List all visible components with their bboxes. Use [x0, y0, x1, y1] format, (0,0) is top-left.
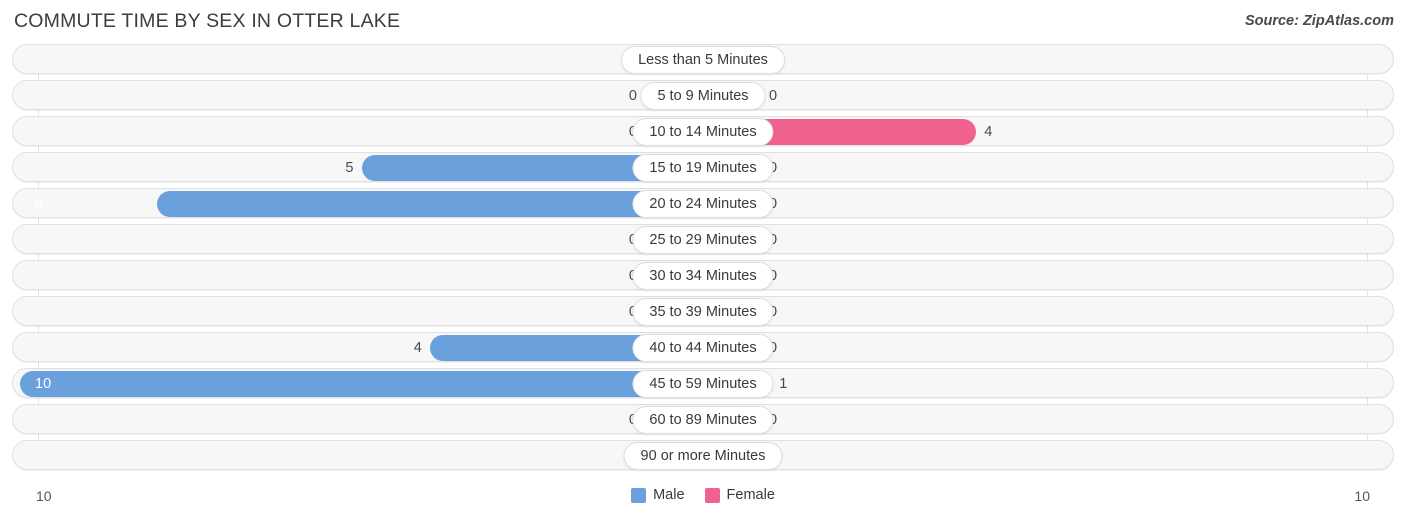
table-row[interactable]: 0 035 to 39 Minutes [12, 296, 1394, 326]
category-label: 40 to 44 Minutes [632, 334, 774, 362]
value-label-male: 0 [13, 45, 637, 75]
value-label-female: 0 [769, 261, 1393, 291]
value-label-female: 1 [779, 376, 788, 392]
table-row[interactable]: 0 060 to 89 Minutes [12, 404, 1394, 434]
table-row[interactable]: 0 025 to 29 Minutes [12, 224, 1394, 254]
bar-row-inner: 0 05 to 9 Minutes [13, 81, 1393, 110]
value-label-female: 0 [769, 333, 1393, 363]
table-row[interactable]: 4 040 to 44 Minutes [12, 332, 1394, 362]
bar-male[interactable] [156, 191, 703, 217]
table-row[interactable]: 8 020 to 24 Minutes [12, 188, 1394, 218]
table-row[interactable]: 5 015 to 19 Minutes [12, 152, 1394, 182]
category-label: 90 or more Minutes [623, 442, 783, 470]
bar-rows-container: 00Less than 5 Minutes005 to 9 Minutes041… [0, 44, 1406, 476]
legend-item-female[interactable]: Female [704, 487, 775, 503]
value-label-female: 0 [769, 225, 1393, 255]
value-label-female: 0 [769, 441, 1393, 471]
value-label-male: 5 [345, 160, 354, 176]
category-label: 45 to 59 Minutes [632, 370, 774, 398]
value-label-male: 10 [35, 376, 52, 392]
chart-legend: Male Female [0, 487, 1406, 503]
value-label-male: 0 [13, 117, 637, 147]
bar-row-inner: 0 060 to 89 Minutes [13, 405, 1393, 435]
source-attribution: Source: ZipAtlas.com [1244, 13, 1394, 29]
bar-row-inner: 0 030 to 34 Minutes [13, 261, 1393, 291]
bar-row-inner: 5 015 to 19 Minutes [13, 153, 1393, 183]
category-label: 30 to 34 Minutes [632, 262, 774, 290]
category-label: 25 to 29 Minutes [632, 226, 774, 254]
category-label: 5 to 9 Minutes [640, 82, 766, 110]
table-row[interactable]: 0 090 or more Minutes [12, 440, 1394, 470]
chart-header: COMMUTE TIME BY SEX IN OTTER LAKE Source… [0, 0, 1406, 44]
legend-label-male: Male [653, 487, 685, 503]
value-label-female: 0 [769, 45, 1393, 75]
value-label-male: 8 [35, 196, 44, 212]
bar-row-inner: 10 1 45 to 59 Minutes [13, 369, 1393, 398]
value-label-female: 4 [984, 124, 993, 140]
table-row[interactable]: 0 4 10 to 14 Minutes [12, 116, 1394, 146]
value-label-male: 0 [13, 297, 637, 327]
bar-row-inner: 8 020 to 24 Minutes [13, 189, 1393, 219]
chart-plot-area: 00Less than 5 Minutes005 to 9 Minutes041… [0, 44, 1406, 484]
category-label: 20 to 24 Minutes [632, 190, 774, 218]
table-row[interactable]: 0 0Less than 5 Minutes [12, 44, 1394, 74]
value-label-female: 0 [769, 153, 1393, 183]
value-label-male: 0 [13, 405, 637, 435]
page-title: COMMUTE TIME BY SEX IN OTTER LAKE [14, 10, 401, 32]
chart-footer: 10 10 Male Female [0, 485, 1406, 515]
bar-row-inner: 0 090 or more Minutes [13, 441, 1393, 471]
bar-row-inner: 0 0Less than 5 Minutes [13, 45, 1393, 75]
value-label-male: 0 [13, 261, 637, 291]
bar-row-inner: 0 4 10 to 14 Minutes [13, 117, 1393, 147]
value-label-male: 4 [413, 340, 422, 356]
value-label-female: 0 [769, 297, 1393, 327]
category-label: 15 to 19 Minutes [632, 154, 774, 182]
legend-swatch-male-icon [631, 487, 647, 503]
bar-male[interactable] [20, 371, 703, 397]
bar-row-inner: 0 035 to 39 Minutes [13, 297, 1393, 327]
value-label-female: 0 [769, 405, 1393, 435]
category-label: 60 to 89 Minutes [632, 406, 774, 434]
category-label: 35 to 39 Minutes [632, 298, 774, 326]
bar-row-inner: 4 040 to 44 Minutes [13, 333, 1393, 363]
legend-swatch-female-icon [704, 487, 720, 503]
value-label-female: 0 [769, 88, 778, 104]
value-label-male: 0 [13, 225, 637, 255]
value-label-male: 0 [628, 88, 637, 104]
table-row[interactable]: 10 1 45 to 59 Minutes [12, 368, 1394, 398]
value-label-male: 0 [13, 441, 637, 471]
value-label-female: 0 [769, 189, 1393, 219]
legend-label-female: Female [726, 487, 775, 503]
legend-item-male[interactable]: Male [631, 487, 685, 503]
category-label: 10 to 14 Minutes [632, 118, 774, 146]
table-row[interactable]: 0 030 to 34 Minutes [12, 260, 1394, 290]
category-label: Less than 5 Minutes [621, 46, 785, 74]
bar-row-inner: 0 025 to 29 Minutes [13, 225, 1393, 255]
table-row[interactable]: 0 05 to 9 Minutes [12, 80, 1394, 110]
